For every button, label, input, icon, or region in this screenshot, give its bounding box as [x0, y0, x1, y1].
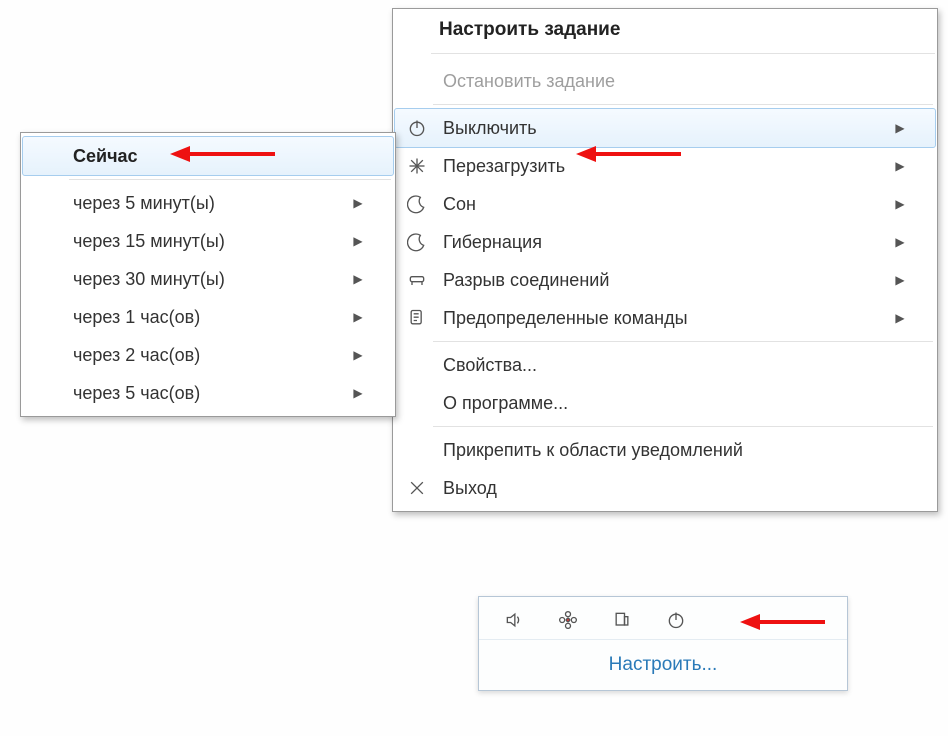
menu-body: Остановить задание Выключить ▶ Перезагру… [393, 58, 937, 511]
menu-item-label: Выход [439, 478, 909, 499]
separator [433, 104, 933, 105]
submenu-item-15min[interactable]: через 15 минут(ы) ▶ [23, 222, 393, 260]
menu-item-label: Перезагрузить [439, 156, 891, 177]
tray-icon-row [479, 597, 847, 639]
tray-popup: Настроить... [478, 596, 848, 691]
menu-item-label: Разрыв соединений [439, 270, 891, 291]
submenu-arrow-icon: ▶ [349, 310, 367, 324]
submenu-arrow-icon: ▶ [349, 196, 367, 210]
menu-item-sleep[interactable]: Сон ▶ [395, 185, 935, 223]
separator [433, 426, 933, 427]
submenu-arrow-icon: ▶ [349, 234, 367, 248]
submenu-body: Сейчас через 5 минут(ы) ▶ через 15 минут… [21, 133, 395, 416]
menu-item-hibernate[interactable]: Гибернация ▶ [395, 223, 935, 261]
menu-item-label: Свойства... [439, 355, 909, 376]
close-icon [395, 477, 439, 499]
submenu-arrow-icon: ▶ [349, 348, 367, 362]
menu-item-shutdown[interactable]: Выключить ▶ [394, 108, 936, 148]
volume-icon[interactable] [503, 609, 525, 631]
separator [431, 53, 935, 54]
menu-item-stop-task[interactable]: Остановить задание [395, 62, 935, 100]
main-context-menu: Настроить задание Остановить задание Вык… [392, 8, 938, 512]
submenu-arrow-icon: ▶ [349, 272, 367, 286]
submenu-arrow-icon: ▶ [891, 311, 909, 325]
separator [69, 179, 391, 180]
menu-item-label: Выключить [439, 118, 891, 139]
submenu-item-30min[interactable]: через 30 минут(ы) ▶ [23, 260, 393, 298]
menu-item-label: Сейчас [69, 146, 367, 167]
device-icon[interactable] [611, 609, 633, 631]
menu-header: Настроить задание [393, 9, 937, 49]
menu-item-label: О программе... [439, 393, 909, 414]
flower-icon[interactable] [557, 609, 579, 631]
menu-item-label: через 5 минут(ы) [69, 193, 349, 214]
restart-icon [395, 155, 439, 177]
menu-item-label: через 5 час(ов) [69, 383, 349, 404]
menu-item-restart[interactable]: Перезагрузить ▶ [395, 147, 935, 185]
menu-item-label: Остановить задание [439, 71, 909, 92]
submenu-arrow-icon: ▶ [349, 386, 367, 400]
power-icon [395, 117, 439, 139]
shutdown-submenu: Сейчас через 5 минут(ы) ▶ через 15 минут… [20, 132, 396, 417]
menu-item-label: через 1 час(ов) [69, 307, 349, 328]
separator [433, 341, 933, 342]
submenu-item-1h[interactable]: через 1 час(ов) ▶ [23, 298, 393, 336]
script-icon [395, 307, 439, 329]
menu-item-label: Гибернация [439, 232, 891, 253]
submenu-arrow-icon: ▶ [891, 273, 909, 287]
phone-icon [395, 269, 439, 291]
submenu-item-5min[interactable]: через 5 минут(ы) ▶ [23, 184, 393, 222]
menu-item-label: Предопределенные команды [439, 308, 891, 329]
submenu-item-now[interactable]: Сейчас [22, 136, 394, 176]
menu-item-pin[interactable]: Прикрепить к области уведомлений [395, 431, 935, 469]
submenu-arrow-icon: ▶ [891, 235, 909, 249]
submenu-item-5h[interactable]: через 5 час(ов) ▶ [23, 374, 393, 412]
menu-item-label: через 2 час(ов) [69, 345, 349, 366]
submenu-item-2h[interactable]: через 2 час(ов) ▶ [23, 336, 393, 374]
moon-icon [395, 231, 439, 253]
menu-item-disconnect[interactable]: Разрыв соединений ▶ [395, 261, 935, 299]
menu-item-label: Сон [439, 194, 891, 215]
menu-item-properties[interactable]: Свойства... [395, 346, 935, 384]
menu-item-about[interactable]: О программе... [395, 384, 935, 422]
menu-item-exit[interactable]: Выход [395, 469, 935, 507]
menu-item-label: через 15 минут(ы) [69, 231, 349, 252]
submenu-arrow-icon: ▶ [891, 197, 909, 211]
menu-item-label: Прикрепить к области уведомлений [439, 440, 909, 461]
moon-icon [395, 193, 439, 215]
submenu-arrow-icon: ▶ [891, 121, 909, 135]
menu-item-label: через 30 минут(ы) [69, 269, 349, 290]
tray-configure-link[interactable]: Настроить... [479, 639, 847, 690]
power-tray-icon[interactable] [665, 609, 687, 631]
submenu-arrow-icon: ▶ [891, 159, 909, 173]
menu-item-predefined[interactable]: Предопределенные команды ▶ [395, 299, 935, 337]
